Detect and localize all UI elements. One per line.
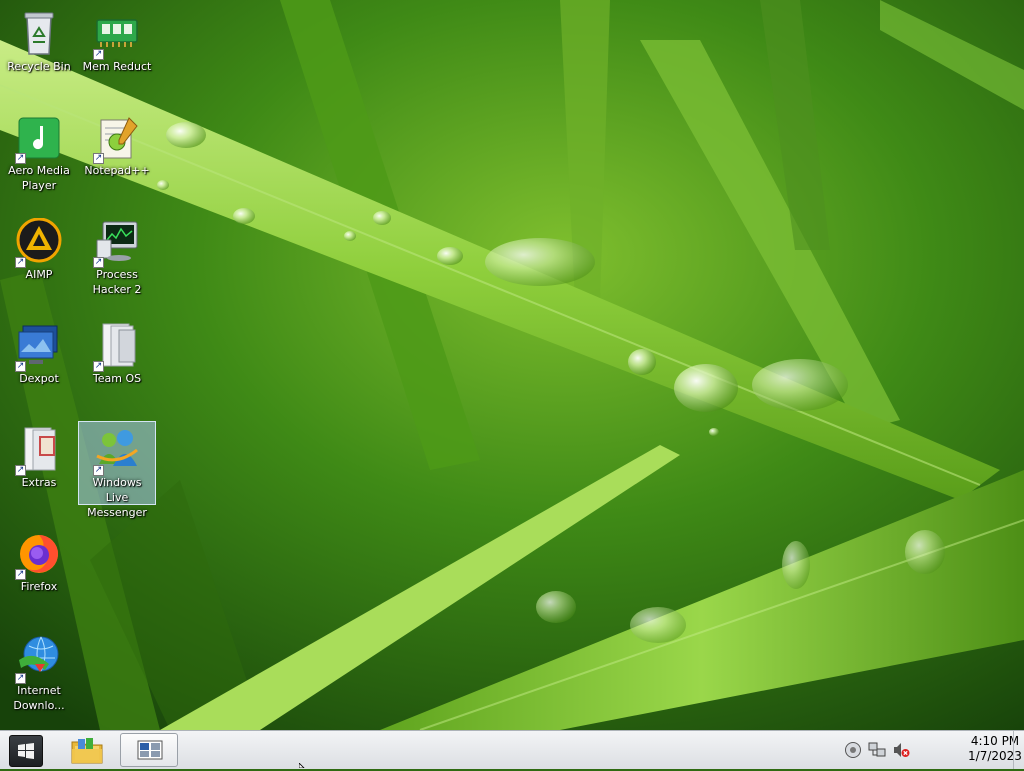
windows-logo-icon <box>18 743 34 759</box>
volume-muted-icon[interactable] <box>892 741 910 759</box>
messenger-buddies-icon: ↗ <box>93 426 141 476</box>
memory-chip-icon: ↗ <box>93 10 141 60</box>
shortcut-arrow-icon: ↗ <box>93 361 104 372</box>
music-note-icon: ↗ <box>15 114 63 164</box>
desktop-icon-firefox[interactable]: ↗ Firefox <box>2 530 76 594</box>
desktop-icon-label: Team OS <box>92 372 142 385</box>
desktop-icon-notepad-plus-plus[interactable]: ↗ Notepad++ <box>80 114 154 178</box>
desktop-icon-team-os[interactable]: ↗ Team OS <box>80 322 154 386</box>
desktop-icon-recycle-bin[interactable]: Recycle Bin <box>2 10 76 74</box>
shortcut-arrow-icon: ↗ <box>93 153 104 164</box>
shortcut-arrow-icon: ↗ <box>15 361 26 372</box>
taskbar-windows-explorer-button[interactable] <box>70 733 104 767</box>
shortcut-arrow-icon: ↗ <box>15 673 26 684</box>
system-tray: 4:10 PM 1/7/2023 <box>844 731 1024 769</box>
shortcut-arrow-icon: ↗ <box>93 257 104 268</box>
desktop-icon-label: Extras <box>21 476 57 489</box>
desktop-icon-label: AIMP <box>25 268 53 281</box>
folder-library-icon <box>71 738 103 764</box>
notepad-icon: ↗ <box>93 114 141 164</box>
shortcut-arrow-icon: ↗ <box>15 257 26 268</box>
desktops-icon <box>137 740 163 760</box>
globe-download-icon: ↗ <box>15 634 63 684</box>
desktop-icon-label: Windows Live Messenger <box>87 476 147 519</box>
desktop-icon-label: Process Hacker 2 <box>92 268 142 296</box>
firefox-icon: ↗ <box>15 530 63 580</box>
aimp-triangle-icon: ↗ <box>15 218 63 268</box>
desktop-icon-label: Internet Downlo... <box>13 684 65 712</box>
desktop-icon-label: Mem Reduct <box>82 60 152 73</box>
desktop-icon-label: Recycle Bin <box>7 60 71 73</box>
desktop-icon-label: Notepad++ <box>84 164 150 177</box>
desktop-icon-process-hacker[interactable]: ↗ Process Hacker 2 <box>80 218 154 297</box>
mouse-cursor-icon <box>299 763 305 768</box>
shortcut-arrow-icon: ↗ <box>15 153 26 164</box>
virtual-desktop-icon: ↗ <box>15 322 63 372</box>
network-icon[interactable] <box>868 741 886 759</box>
folder-icon: ↗ <box>15 426 63 476</box>
desktop-icon-extras[interactable]: ↗ Extras <box>2 426 76 490</box>
desktop-icon-label: Firefox <box>20 580 58 593</box>
taskbar-dexpot-desktops-button[interactable] <box>120 733 178 767</box>
desktop-icon-label: Dexpot <box>19 372 59 385</box>
shortcut-arrow-icon: ↗ <box>93 49 104 60</box>
show-desktop-button[interactable] <box>1013 731 1024 769</box>
start-button[interactable] <box>9 735 43 767</box>
desktop-icon-label: Aero Media Player <box>8 164 70 192</box>
recycle-bin-icon <box>15 10 63 58</box>
desktop-icon-internet-download-manager[interactable]: ↗ Internet Downlo... <box>2 634 76 713</box>
desktop-icon-windows-live-messenger[interactable]: ↗ Windows Live Messenger <box>78 421 156 519</box>
desktop-icon-aimp[interactable]: ↗ AIMP <box>2 218 76 282</box>
desktop-icon-mem-reduct[interactable]: ↗ Mem Reduct <box>80 10 154 74</box>
desktop-icon-aero-media-player[interactable]: ↗ Aero Media Player <box>2 114 76 193</box>
shortcut-arrow-icon: ↗ <box>15 569 26 580</box>
monitor-graph-icon: ↗ <box>93 218 141 268</box>
desktop-icon-dexpot[interactable]: ↗ Dexpot <box>2 322 76 386</box>
taskbar: 4:10 PM 1/7/2023 <box>0 730 1024 769</box>
disc-icon[interactable] <box>844 741 862 759</box>
shortcut-arrow-icon: ↗ <box>15 465 26 476</box>
shortcut-arrow-icon: ↗ <box>93 465 104 476</box>
folder-icon: ↗ <box>93 322 141 372</box>
